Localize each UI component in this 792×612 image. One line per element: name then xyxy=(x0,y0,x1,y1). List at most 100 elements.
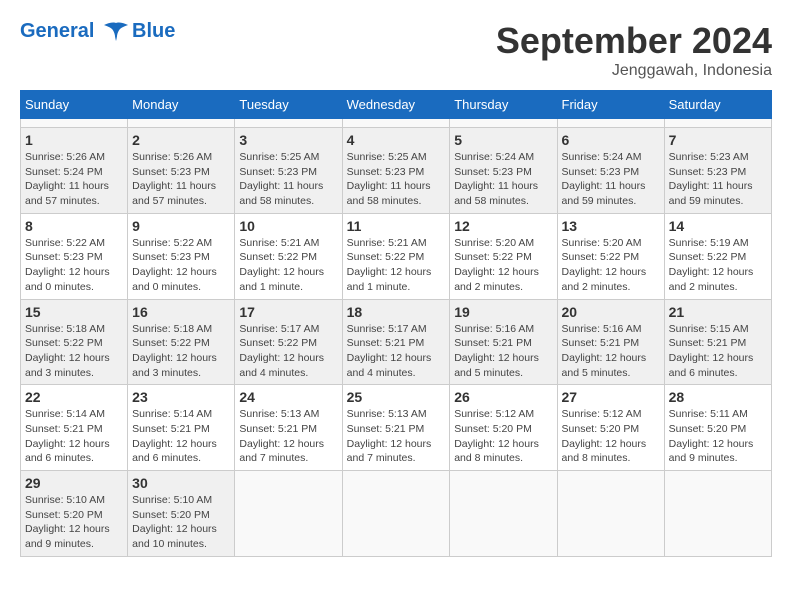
day-number: 6 xyxy=(562,132,660,148)
calendar-row: 29 Sunrise: 5:10 AM Sunset: 5:20 PM Dayl… xyxy=(21,471,772,557)
table-row xyxy=(342,471,450,557)
sunrise: Sunrise: 5:11 AM xyxy=(669,408,748,420)
calendar-row: 15 Sunrise: 5:18 AM Sunset: 5:22 PM Dayl… xyxy=(21,299,772,385)
sunrise: Sunrise: 5:17 AM xyxy=(347,323,427,335)
calendar-row: 22 Sunrise: 5:14 AM Sunset: 5:21 PM Dayl… xyxy=(21,385,772,471)
day-info: Sunrise: 5:10 AM Sunset: 5:20 PM Dayligh… xyxy=(132,493,230,552)
table-row: 21 Sunrise: 5:15 AM Sunset: 5:21 PM Dayl… xyxy=(664,299,771,385)
day-number: 25 xyxy=(347,389,446,405)
day-info: Sunrise: 5:26 AM Sunset: 5:24 PM Dayligh… xyxy=(25,150,123,209)
table-row: 7 Sunrise: 5:23 AM Sunset: 5:23 PM Dayli… xyxy=(664,128,771,214)
table-row: 2 Sunrise: 5:26 AM Sunset: 5:23 PM Dayli… xyxy=(128,128,235,214)
header-wednesday: Wednesday xyxy=(342,91,450,119)
sunset: Sunset: 5:21 PM xyxy=(239,423,317,435)
sunrise: Sunrise: 5:21 AM xyxy=(347,237,427,249)
day-number: 3 xyxy=(239,132,337,148)
day-number: 5 xyxy=(454,132,552,148)
sunrise: Sunrise: 5:24 AM xyxy=(562,151,642,163)
sunset: Sunset: 5:23 PM xyxy=(239,166,317,178)
table-row: 25 Sunrise: 5:13 AM Sunset: 5:21 PM Dayl… xyxy=(342,385,450,471)
daylight: Daylight: 12 hours and 6 minutes. xyxy=(669,352,754,379)
sunset: Sunset: 5:22 PM xyxy=(562,251,640,263)
daylight: Daylight: 12 hours and 1 minute. xyxy=(239,266,324,293)
logo-text-general: General xyxy=(20,20,94,42)
sunrise: Sunrise: 5:25 AM xyxy=(347,151,427,163)
header-thursday: Thursday xyxy=(450,91,557,119)
daylight: Daylight: 12 hours and 9 minutes. xyxy=(25,523,110,550)
day-info: Sunrise: 5:18 AM Sunset: 5:22 PM Dayligh… xyxy=(132,322,230,381)
table-row xyxy=(235,119,342,128)
table-row: 19 Sunrise: 5:16 AM Sunset: 5:21 PM Dayl… xyxy=(450,299,557,385)
daylight: Daylight: 11 hours and 58 minutes. xyxy=(239,180,323,207)
day-number: 17 xyxy=(239,304,337,320)
day-number: 18 xyxy=(347,304,446,320)
day-info: Sunrise: 5:17 AM Sunset: 5:22 PM Dayligh… xyxy=(239,322,337,381)
day-number: 13 xyxy=(562,218,660,234)
day-number: 23 xyxy=(132,389,230,405)
table-row: 16 Sunrise: 5:18 AM Sunset: 5:22 PM Dayl… xyxy=(128,299,235,385)
day-info: Sunrise: 5:25 AM Sunset: 5:23 PM Dayligh… xyxy=(239,150,337,209)
sunset: Sunset: 5:21 PM xyxy=(25,423,103,435)
day-number: 9 xyxy=(132,218,230,234)
day-number: 22 xyxy=(25,389,123,405)
day-number: 14 xyxy=(669,218,767,234)
sunrise: Sunrise: 5:15 AM xyxy=(669,323,749,335)
table-row: 20 Sunrise: 5:16 AM Sunset: 5:21 PM Dayl… xyxy=(557,299,664,385)
table-row xyxy=(557,471,664,557)
day-info: Sunrise: 5:25 AM Sunset: 5:23 PM Dayligh… xyxy=(347,150,446,209)
table-row: 17 Sunrise: 5:17 AM Sunset: 5:22 PM Dayl… xyxy=(235,299,342,385)
day-number: 12 xyxy=(454,218,552,234)
day-info: Sunrise: 5:20 AM Sunset: 5:22 PM Dayligh… xyxy=(562,236,660,295)
daylight: Daylight: 11 hours and 59 minutes. xyxy=(562,180,646,207)
day-info: Sunrise: 5:22 AM Sunset: 5:23 PM Dayligh… xyxy=(25,236,123,295)
table-row: 12 Sunrise: 5:20 AM Sunset: 5:22 PM Dayl… xyxy=(450,213,557,299)
daylight: Daylight: 12 hours and 6 minutes. xyxy=(132,438,217,465)
table-row: 14 Sunrise: 5:19 AM Sunset: 5:22 PM Dayl… xyxy=(664,213,771,299)
day-info: Sunrise: 5:24 AM Sunset: 5:23 PM Dayligh… xyxy=(454,150,552,209)
sunrise: Sunrise: 5:13 AM xyxy=(347,408,427,420)
sunrise: Sunrise: 5:26 AM xyxy=(132,151,212,163)
sunrise: Sunrise: 5:12 AM xyxy=(562,408,642,420)
sunset: Sunset: 5:21 PM xyxy=(454,337,532,349)
daylight: Daylight: 12 hours and 2 minutes. xyxy=(454,266,539,293)
calendar-header-row: Sunday Monday Tuesday Wednesday Thursday… xyxy=(21,91,772,119)
sunset: Sunset: 5:21 PM xyxy=(669,337,747,349)
day-info: Sunrise: 5:14 AM Sunset: 5:21 PM Dayligh… xyxy=(25,407,123,466)
sunset: Sunset: 5:22 PM xyxy=(239,337,317,349)
table-row: 1 Sunrise: 5:26 AM Sunset: 5:24 PM Dayli… xyxy=(21,128,128,214)
day-info: Sunrise: 5:12 AM Sunset: 5:20 PM Dayligh… xyxy=(562,407,660,466)
sunset: Sunset: 5:22 PM xyxy=(347,251,425,263)
sunset: Sunset: 5:23 PM xyxy=(347,166,425,178)
day-info: Sunrise: 5:21 AM Sunset: 5:22 PM Dayligh… xyxy=(347,236,446,295)
day-number: 29 xyxy=(25,475,123,491)
sunrise: Sunrise: 5:16 AM xyxy=(562,323,642,335)
sunrise: Sunrise: 5:25 AM xyxy=(239,151,319,163)
daylight: Daylight: 11 hours and 57 minutes. xyxy=(132,180,216,207)
day-info: Sunrise: 5:26 AM Sunset: 5:23 PM Dayligh… xyxy=(132,150,230,209)
table-row: 10 Sunrise: 5:21 AM Sunset: 5:22 PM Dayl… xyxy=(235,213,342,299)
day-info: Sunrise: 5:21 AM Sunset: 5:22 PM Dayligh… xyxy=(239,236,337,295)
header-saturday: Saturday xyxy=(664,91,771,119)
sunset: Sunset: 5:22 PM xyxy=(25,337,103,349)
sunset: Sunset: 5:20 PM xyxy=(669,423,747,435)
sunset: Sunset: 5:21 PM xyxy=(132,423,210,435)
day-number: 21 xyxy=(669,304,767,320)
daylight: Daylight: 12 hours and 4 minutes. xyxy=(239,352,324,379)
day-number: 11 xyxy=(347,218,446,234)
daylight: Daylight: 12 hours and 5 minutes. xyxy=(562,352,647,379)
page-header: General Blue September 2024 Jenggawah, I… xyxy=(20,20,772,80)
day-number: 24 xyxy=(239,389,337,405)
calendar-row: 1 Sunrise: 5:26 AM Sunset: 5:24 PM Dayli… xyxy=(21,128,772,214)
sunrise: Sunrise: 5:17 AM xyxy=(239,323,319,335)
sunset: Sunset: 5:20 PM xyxy=(132,509,210,521)
daylight: Daylight: 11 hours and 57 minutes. xyxy=(25,180,109,207)
day-info: Sunrise: 5:24 AM Sunset: 5:23 PM Dayligh… xyxy=(562,150,660,209)
table-row xyxy=(664,471,771,557)
sunrise: Sunrise: 5:10 AM xyxy=(25,494,105,506)
sunset: Sunset: 5:20 PM xyxy=(454,423,532,435)
sunrise: Sunrise: 5:24 AM xyxy=(454,151,534,163)
sunset: Sunset: 5:23 PM xyxy=(132,166,210,178)
header-friday: Friday xyxy=(557,91,664,119)
sunrise: Sunrise: 5:18 AM xyxy=(132,323,212,335)
day-number: 1 xyxy=(25,132,123,148)
